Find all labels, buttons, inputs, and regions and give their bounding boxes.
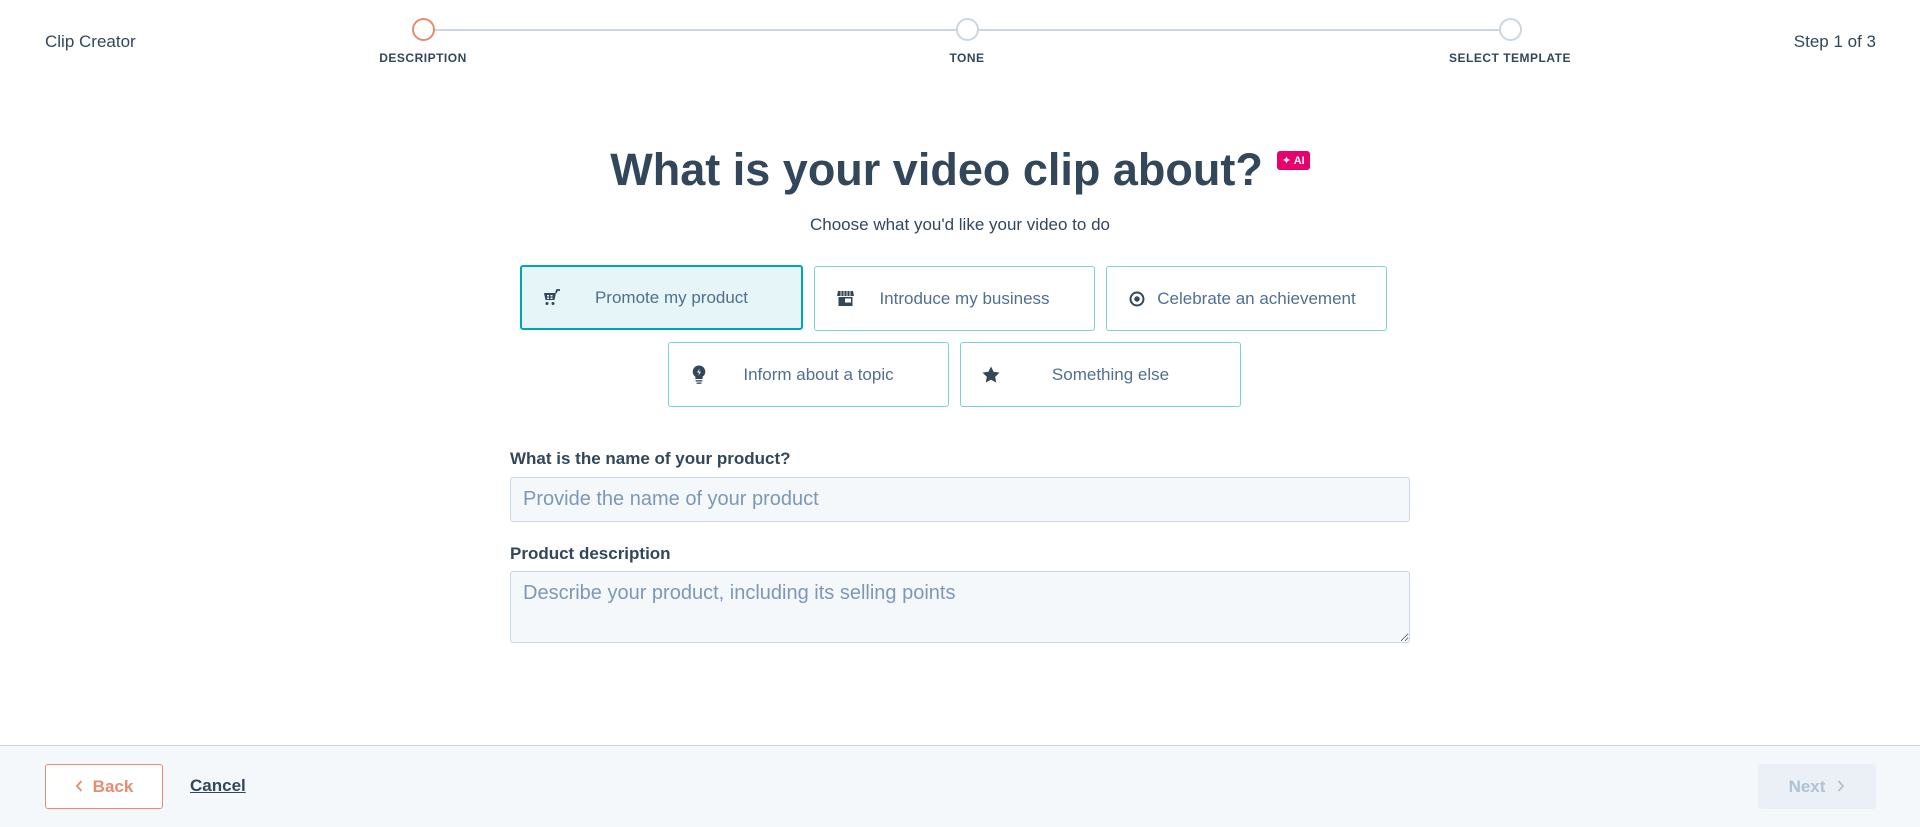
page-title: What is your video clip about? [610,144,1263,195]
page-subtitle: Choose what you'd like your video to do [810,215,1110,234]
product-description-textarea[interactable] [510,571,1410,643]
lightbulb-icon [689,364,709,385]
product-name-label: What is the name of your product? [510,449,791,468]
option-introduce-business[interactable]: Introduce my business [814,266,1095,331]
step-indicator [955,18,979,41]
step-description: DESCRIPTION [323,18,523,65]
next-label: Next [1788,776,1826,796]
heading-row: What is your video clip about? ✦ AI [0,144,1920,196]
ai-badge: ✦ AI [1276,150,1310,170]
storefront-icon [835,289,855,309]
option-something-else[interactable]: Something else [960,342,1241,407]
step-select-template: SELECT TEMPLATE [1410,18,1610,65]
option-celebrate-achievement[interactable]: Celebrate an achievement [1106,266,1387,331]
step-counter: Step 1 of 3 [1793,32,1876,51]
option-promote-product[interactable]: Promote my product [520,265,803,330]
option-label: Something else [1051,364,1170,384]
shopping-cart-icon [542,288,562,308]
step-indicator-active [411,18,435,41]
step-tone: TONE [867,18,1067,65]
chevron-left-icon [75,777,83,797]
option-label: Inform about a topic [743,364,894,384]
step-indicator [1498,18,1522,41]
step-label: TONE [949,51,985,65]
option-label: Celebrate an achievement [1157,288,1356,308]
star-icon [981,365,1001,385]
back-button[interactable]: Back [45,764,163,809]
step-label: SELECT TEMPLATE [1449,51,1571,65]
step-label: DESCRIPTION [379,51,467,65]
cancel-link[interactable]: Cancel [190,776,246,796]
target-icon [1127,289,1147,309]
next-button[interactable]: Next [1758,764,1876,809]
option-inform-topic[interactable]: Inform about a topic [668,342,949,407]
option-label: Introduce my business [879,288,1050,308]
footer-bar: Back Cancel Next [0,745,1920,827]
clip-creator-page: Clip Creator DESCRIPTION TONE SELECT TEM… [0,0,1920,827]
option-label: Promote my product [594,287,749,307]
chevron-right-icon [1837,777,1845,797]
product-description-label: Product description [510,544,671,563]
product-name-input[interactable] [510,477,1410,522]
back-label: Back [92,776,134,796]
progress-stepper: DESCRIPTION TONE SELECT TEMPLATE [379,18,1570,68]
app-title: Clip Creator [45,32,136,51]
